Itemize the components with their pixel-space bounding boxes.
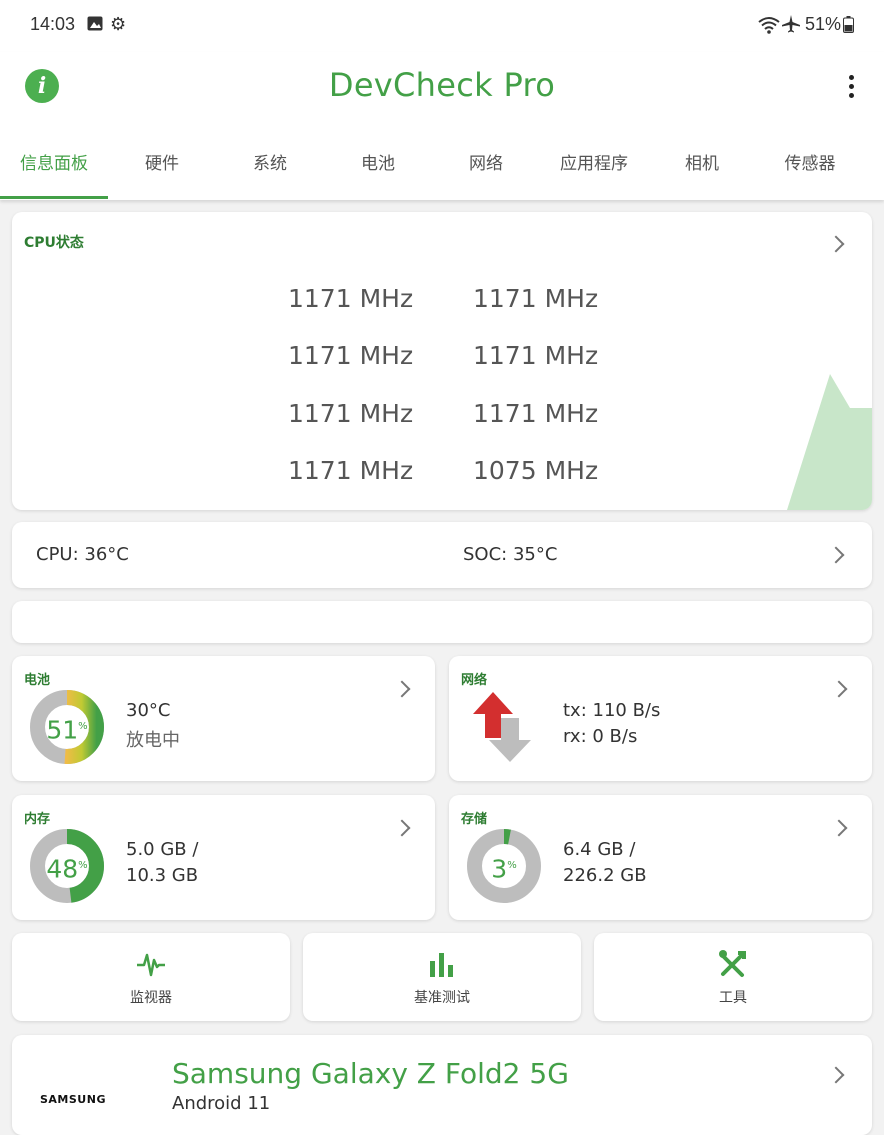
cpu-core-freq: 1171 MHz: [473, 399, 599, 428]
battery-card[interactable]: 电池 51% 30°C 放电中: [12, 656, 435, 781]
battery-card-title: 电池: [24, 673, 51, 688]
chevron-right-icon: [827, 546, 845, 564]
cpu-status-title: CPU状态: [24, 235, 84, 251]
storage-used: 6.4 GB /: [563, 839, 636, 860]
cpu-core-freq: 1171 MHz: [473, 341, 599, 370]
battery-percent: 51%: [805, 14, 842, 34]
empty-card: [12, 601, 872, 643]
monitor-button[interactable]: 监视器: [12, 933, 290, 1021]
chevron-right-icon: [827, 235, 845, 253]
more-options-icon[interactable]: [840, 72, 862, 102]
cpu-temperature: CPU: 36°C: [36, 544, 129, 565]
tab-battery[interactable]: 电池: [324, 144, 432, 200]
benchmark-button[interactable]: 基准测试: [303, 933, 581, 1021]
device-card[interactable]: SAMSUNG Samsung Galaxy Z Fold2 5G Androi…: [12, 1035, 872, 1135]
storage-percent-value: 3%: [491, 854, 517, 884]
samsung-logo: SAMSUNG: [40, 1093, 106, 1106]
tab-hardware[interactable]: 硬件: [108, 144, 216, 200]
gear-icon: ⚙: [110, 14, 127, 35]
storage-total: 226.2 GB: [563, 865, 647, 886]
memory-percent-value: 48%: [46, 854, 88, 884]
soc-temperature: SOC: 35°C: [463, 544, 558, 565]
device-name: Samsung Galaxy Z Fold2 5G: [172, 1057, 569, 1090]
battery-icon: [843, 16, 854, 33]
temperature-card[interactable]: CPU: 36°C SOC: 35°C: [12, 522, 872, 588]
tab-dashboard[interactable]: 信息面板: [0, 144, 108, 200]
cpu-status-card[interactable]: CPU状态 1171 MHz 1171 MHz 1171 MHz 1171 MH…: [12, 212, 872, 510]
tools-icon: [719, 950, 746, 977]
status-time: 14:03: [30, 14, 76, 34]
chevron-right-icon: [393, 819, 411, 837]
tab-camera[interactable]: 相机: [648, 144, 756, 200]
cpu-core-freq: 1171 MHz: [288, 341, 414, 370]
network-card-title: 网络: [461, 673, 488, 688]
tab-system[interactable]: 系统: [216, 144, 324, 200]
memory-total: 10.3 GB: [126, 865, 199, 886]
network-card[interactable]: 网络 tx: 110 B/s rx: 0 B/s: [449, 656, 872, 781]
battery-percent-value: 51%: [46, 715, 88, 745]
monitor-label: 监视器: [130, 990, 172, 1006]
memory-card[interactable]: 内存 48% 5.0 GB / 10.3 GB: [12, 795, 435, 920]
storage-card-title: 存储: [461, 812, 488, 827]
chevron-right-icon: [393, 680, 411, 698]
cpu-usage-graph: [787, 374, 872, 510]
network-tx: tx: 110 B/s: [563, 700, 661, 721]
chevron-right-icon: [827, 1066, 845, 1084]
pulse-icon: [137, 953, 165, 977]
network-rx: rx: 0 B/s: [563, 726, 638, 747]
tab-apps[interactable]: 应用程序: [540, 144, 648, 200]
tools-button[interactable]: 工具: [594, 933, 872, 1021]
bar-chart-icon: [430, 953, 453, 977]
chevron-right-icon: [830, 819, 848, 837]
memory-card-title: 内存: [24, 812, 51, 827]
cpu-core-freq: 1171 MHz: [288, 456, 414, 485]
cpu-core-freq: 1075 MHz: [473, 456, 599, 485]
tab-sensors[interactable]: 传感器: [756, 144, 864, 200]
image-icon: [87, 16, 103, 31]
active-tab-indicator: [0, 196, 108, 199]
wifi-icon: [758, 17, 780, 34]
cpu-core-freq: 1171 MHz: [288, 399, 414, 428]
tab-bar: 信息面板 硬件 系统 电池 网络 应用程序 相机 传感器: [0, 144, 884, 200]
cpu-core-freq: 1171 MHz: [288, 284, 414, 313]
storage-card[interactable]: 存储 3% 6.4 GB / 226.2 GB: [449, 795, 872, 920]
app-bar: i DevCheck Pro 信息面板 硬件 系统 电池 网络 应用程序 相机 …: [0, 52, 884, 200]
network-traffic-icon: [473, 692, 531, 762]
battery-temperature: 30°C: [126, 700, 171, 721]
status-bar: 14:03 ⚙ 51%: [0, 0, 884, 52]
battery-state: 放电中: [126, 730, 180, 751]
tab-network[interactable]: 网络: [432, 144, 540, 200]
app-title: DevCheck Pro: [328, 66, 556, 104]
cpu-core-freq: 1171 MHz: [473, 284, 599, 313]
airplane-icon: [782, 15, 800, 33]
tools-label: 工具: [719, 990, 747, 1006]
benchmark-label: 基准测试: [414, 990, 470, 1006]
memory-used: 5.0 GB /: [126, 839, 199, 860]
chevron-right-icon: [830, 680, 848, 698]
